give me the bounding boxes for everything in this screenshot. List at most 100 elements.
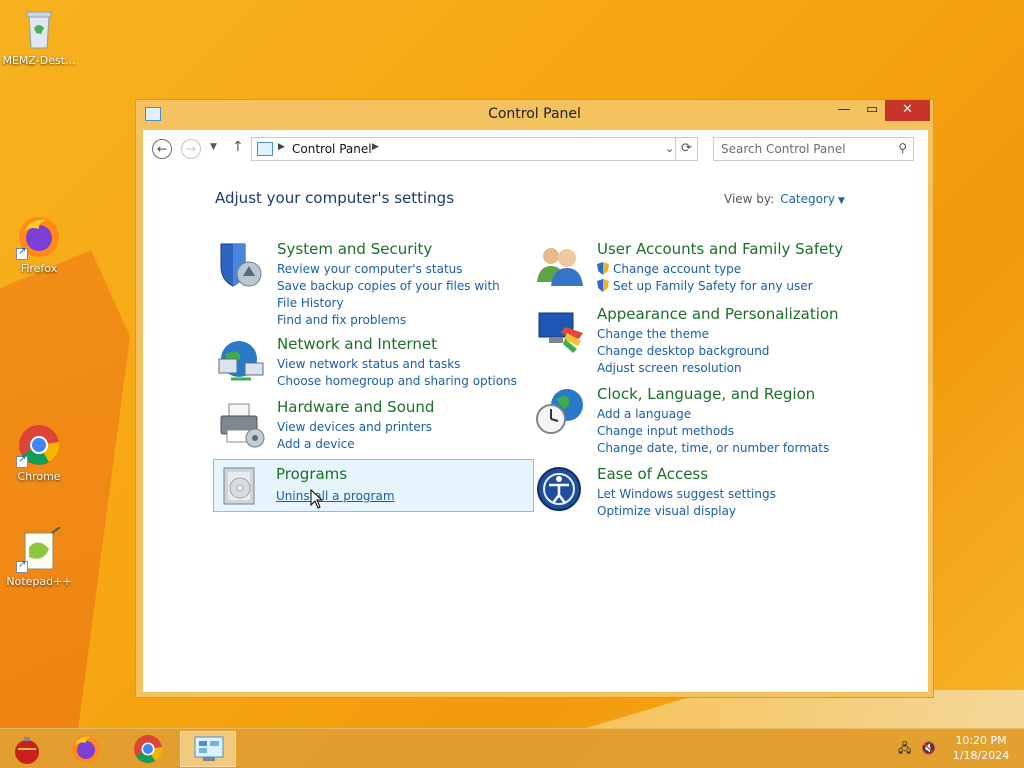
address-dropdown-icon[interactable]: ⌄ bbox=[665, 142, 674, 155]
taskbar-control-panel[interactable] bbox=[180, 731, 236, 767]
desktop-icon-notepadpp[interactable]: Notepad++ bbox=[0, 526, 78, 588]
link-screen-resolution[interactable]: Adjust screen resolution bbox=[597, 360, 837, 377]
shield-icon bbox=[215, 240, 267, 292]
view-by: View by: Category ▼ bbox=[724, 192, 845, 206]
window-title: Control Panel bbox=[488, 106, 581, 122]
wallpaper-shape bbox=[0, 250, 130, 730]
category-links: Review your computer's status Save backu… bbox=[277, 261, 517, 329]
category-title[interactable]: Ease of Access bbox=[597, 465, 708, 483]
ease-of-access-icon bbox=[535, 465, 587, 517]
desktop-icon-label: Firefox bbox=[20, 262, 58, 275]
link-find-fix-problems[interactable]: Find and fix problems bbox=[277, 312, 517, 329]
breadcrumb-chevron-icon[interactable]: ▶ bbox=[278, 142, 285, 152]
link-optimize-visual[interactable]: Optimize visual display bbox=[597, 503, 837, 520]
address-bar[interactable]: ▶ Control Panel ▶ ⌄ bbox=[251, 137, 698, 161]
link-network-status[interactable]: View network status and tasks bbox=[277, 356, 517, 373]
notepadpp-icon bbox=[16, 526, 62, 573]
desktop-icon-label: MEMZ-Dest... bbox=[2, 54, 76, 67]
firefox-icon bbox=[16, 214, 62, 260]
desktop-icon-label: Chrome bbox=[17, 470, 61, 483]
control-panel-icon bbox=[257, 142, 273, 156]
forward-button[interactable]: → bbox=[181, 139, 201, 159]
link-review-status[interactable]: Review your computer's status bbox=[277, 261, 517, 278]
programs-icon bbox=[218, 464, 270, 516]
link-add-language[interactable]: Add a language bbox=[597, 406, 837, 423]
desktop-icon-label: Notepad++ bbox=[6, 575, 72, 588]
category-clock-language-region: Clock, Language, and Region Add a langua… bbox=[535, 385, 855, 457]
close-button[interactable]: ✕ bbox=[885, 100, 930, 121]
recent-locations-button[interactable]: ▼ bbox=[210, 142, 217, 152]
volume-muted-icon[interactable]: 🔇 bbox=[921, 741, 936, 755]
recycle-bin-icon bbox=[16, 6, 62, 52]
link-add-device[interactable]: Add a device bbox=[277, 436, 517, 453]
link-change-theme[interactable]: Change the theme bbox=[597, 326, 837, 343]
view-by-dropdown[interactable]: Category bbox=[780, 192, 835, 206]
taskbar: 🖧 🔇 10:20 PM 1/18/2024 bbox=[0, 728, 1024, 768]
appearance-icon bbox=[535, 305, 587, 357]
category-links: Change account type Set up Family Safety… bbox=[597, 261, 837, 295]
category-title[interactable]: System and Security bbox=[277, 240, 432, 258]
link-desktop-background[interactable]: Change desktop background bbox=[597, 343, 837, 360]
network-icon[interactable]: 🖧 bbox=[898, 741, 911, 755]
chevron-down-icon[interactable]: ▼ bbox=[838, 196, 845, 206]
taskbar-chrome[interactable] bbox=[120, 731, 176, 767]
category-user-accounts: User Accounts and Family Safety Change a… bbox=[535, 240, 855, 295]
link-homegroup-sharing[interactable]: Choose homegroup and sharing options bbox=[277, 373, 517, 390]
users-icon bbox=[535, 240, 587, 292]
view-by-label: View by: bbox=[724, 192, 775, 206]
category-title[interactable]: Hardware and Sound bbox=[277, 398, 434, 416]
search-box[interactable]: ⚲ bbox=[713, 137, 914, 161]
taskbar-start-ornament[interactable] bbox=[0, 731, 56, 767]
clock-globe-icon bbox=[535, 385, 587, 437]
link-input-methods[interactable]: Change input methods bbox=[597, 423, 837, 440]
refresh-button[interactable]: ⟳ bbox=[675, 137, 698, 161]
up-button[interactable]: ↑ bbox=[232, 139, 244, 155]
category-title[interactable]: Appearance and Personalization bbox=[597, 305, 839, 323]
category-links: Add a language Change input methods Chan… bbox=[597, 406, 837, 457]
link-suggest-settings[interactable]: Let Windows suggest settings bbox=[597, 486, 837, 503]
desktop-icon-firefox[interactable]: Firefox bbox=[0, 214, 78, 275]
category-links: View devices and printers Add a device bbox=[277, 419, 517, 453]
search-input[interactable] bbox=[714, 138, 884, 160]
category-programs[interactable]: Programs Uninstall a program bbox=[213, 459, 534, 512]
link-date-time-formats[interactable]: Change date, time, or number formats bbox=[597, 440, 837, 457]
title-bar[interactable]: Control Panel — ▭ ✕ bbox=[136, 100, 933, 130]
desktop-icon-recycle-bin[interactable]: MEMZ-Dest... bbox=[0, 6, 78, 67]
refresh-icon: ⟳ bbox=[681, 141, 692, 156]
link-change-account-type[interactable]: Change account type bbox=[597, 261, 837, 278]
link-family-safety[interactable]: Set up Family Safety for any user bbox=[597, 278, 837, 295]
link-file-history[interactable]: Save backup copies of your files with Fi… bbox=[277, 278, 517, 312]
arrow-left-icon: ← bbox=[156, 142, 168, 156]
category-links: Let Windows suggest settings Optimize vi… bbox=[597, 486, 837, 520]
category-title[interactable]: Programs bbox=[276, 465, 347, 483]
breadcrumb-control-panel[interactable]: Control Panel bbox=[292, 142, 372, 156]
link-text: Change account type bbox=[613, 262, 742, 276]
clock-time: 10:20 PM bbox=[955, 734, 1007, 747]
category-appearance-personalization: Appearance and Personalization Change th… bbox=[535, 305, 855, 377]
category-hardware-and-sound: Hardware and Sound View devices and prin… bbox=[215, 398, 515, 453]
category-network-and-internet: Network and Internet View network status… bbox=[215, 335, 517, 390]
minimize-button[interactable]: — bbox=[830, 100, 858, 121]
desktop-icon-chrome[interactable]: Chrome bbox=[0, 422, 78, 483]
uac-shield-icon bbox=[597, 279, 609, 292]
chevron-down-icon: ▼ bbox=[210, 142, 217, 152]
chrome-icon bbox=[134, 735, 163, 763]
back-button[interactable]: ← bbox=[152, 139, 172, 159]
ornament-icon bbox=[15, 737, 39, 764]
link-text: Set up Family Safety for any user bbox=[613, 279, 813, 293]
window-client-area: ← → ▼ ↑ ▶ Control Panel ▶ ⌄ ⟳ ⚲ Adjust y… bbox=[143, 130, 928, 692]
taskbar-clock[interactable]: 10:20 PM 1/18/2024 bbox=[950, 733, 1012, 763]
clock-date: 1/18/2024 bbox=[952, 749, 1010, 762]
arrow-up-icon: ↑ bbox=[232, 139, 244, 155]
category-title[interactable]: Clock, Language, and Region bbox=[597, 385, 815, 403]
taskbar-firefox[interactable] bbox=[58, 731, 114, 767]
search-icon[interactable]: ⚲ bbox=[898, 141, 907, 155]
printer-icon bbox=[215, 398, 267, 450]
category-title[interactable]: User Accounts and Family Safety bbox=[597, 240, 843, 258]
page-title: Adjust your computer's settings bbox=[215, 189, 455, 207]
maximize-button[interactable]: ▭ bbox=[858, 100, 886, 121]
breadcrumb-chevron-icon[interactable]: ▶ bbox=[372, 142, 379, 152]
firefox-icon bbox=[72, 735, 100, 763]
category-title[interactable]: Network and Internet bbox=[277, 335, 437, 353]
link-devices-printers[interactable]: View devices and printers bbox=[277, 419, 517, 436]
